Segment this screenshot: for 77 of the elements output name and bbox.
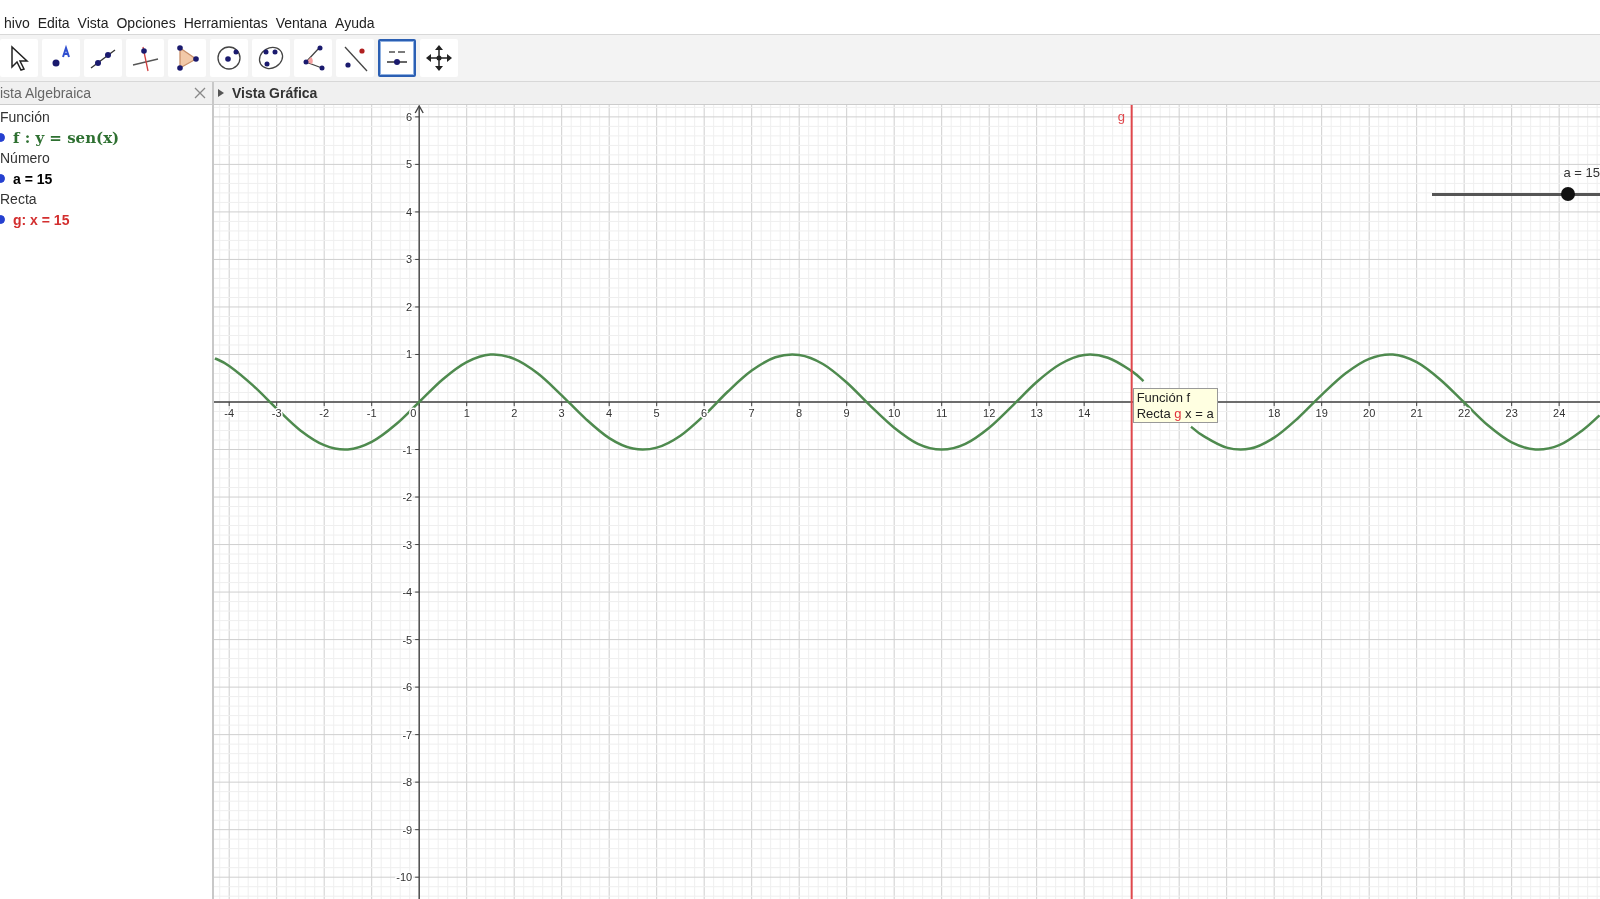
algebra-entry[interactable]: a = 15 <box>13 170 53 187</box>
axis-tick-label: 4 <box>406 205 413 218</box>
axis-tick-label: 1 <box>463 407 470 419</box>
slider-label: a = 15 <box>1563 165 1600 180</box>
axis-tick-label: -3 <box>402 538 413 551</box>
axis-tick-label: 3 <box>406 253 413 266</box>
axis-tick-label: 5 <box>653 407 660 419</box>
tool-button[interactable] <box>42 39 80 77</box>
slider-thumb[interactable] <box>1561 187 1575 201</box>
tool-button[interactable] <box>84 39 122 77</box>
axis-tick-label: -5 <box>402 633 413 646</box>
tool-button[interactable] <box>0 39 38 77</box>
category-heading: Recta <box>0 190 38 209</box>
tool-button[interactable] <box>294 39 332 77</box>
axis-tick-label: 7 <box>748 407 755 419</box>
axis-tick-label: 8 <box>796 407 803 419</box>
circle-icon <box>214 43 244 73</box>
axis-tick-label: -4 <box>402 586 413 599</box>
four-arrows-icon <box>424 43 454 73</box>
axis-tick-label: 2 <box>406 300 413 313</box>
axis-tick-label: 11 <box>935 407 948 419</box>
axis-tick-label: 0 <box>410 407 417 419</box>
axis-tick-label: 12 <box>983 407 996 419</box>
axis-tick-label: 18 <box>1268 407 1281 419</box>
menu-item[interactable]: Edita <box>33 15 74 31</box>
close-icon[interactable] <box>194 87 206 99</box>
tooltip-text: Recta g x = a <box>1136 406 1214 421</box>
menu-item[interactable]: Ayuda <box>331 15 379 31</box>
category-heading: Función <box>0 108 51 127</box>
slider-track[interactable] <box>1432 187 1600 201</box>
axis-tick-label: 20 <box>1363 407 1376 419</box>
axis-tick-label: -1 <box>366 407 377 419</box>
axis-tick-label: 23 <box>1505 407 1518 419</box>
axis-tick-label: 19 <box>1315 407 1328 419</box>
tool-button[interactable] <box>210 39 248 77</box>
axis-tick-label: -2 <box>402 491 413 504</box>
menu-item[interactable]: hivo <box>0 15 34 31</box>
panel-title: ista Algebraica <box>0 85 92 101</box>
tool-button[interactable] <box>420 39 458 77</box>
expand-arrow-icon[interactable] <box>218 89 224 97</box>
axis-tick-label: 10 <box>888 407 901 419</box>
algebra-entry[interactable]: g: x = 15 <box>13 211 70 228</box>
algebra-entry[interactable]: f : y = sen(x) <box>13 128 120 147</box>
menu-item[interactable]: Opciones <box>112 15 180 31</box>
category-heading: Número <box>0 149 51 168</box>
axis-tick-label: 5 <box>406 158 413 171</box>
axis-tick-label: -2 <box>319 407 330 419</box>
axis-tick-label: -10 <box>396 871 413 884</box>
axis-tick-label: -7 <box>402 728 413 741</box>
axis-tick-label: -1 <box>402 443 413 456</box>
tooltip-text: Función f <box>1136 390 1192 405</box>
axis-tick-label: 3 <box>558 407 565 419</box>
axis-tick-label: 22 <box>1458 407 1471 419</box>
axis-tick-label: -6 <box>402 681 413 694</box>
tool-button[interactable] <box>252 39 290 77</box>
axis-tick-label: 14 <box>1078 407 1091 419</box>
axis-tick-label: -9 <box>402 823 413 836</box>
axis-tick-label: -4 <box>224 407 235 419</box>
menu-item[interactable]: Herramientas <box>179 15 272 31</box>
line-label: g <box>1117 109 1125 124</box>
axis-tick-label: 2 <box>511 407 518 419</box>
menu-item[interactable]: Ventana <box>271 15 332 31</box>
axis-tick-label: 4 <box>606 407 613 419</box>
axis-tick-label: 21 <box>1410 407 1423 419</box>
axis-tick-label: 6 <box>406 110 413 123</box>
menu-item[interactable]: Vista <box>73 15 113 31</box>
axis-tick-label: 13 <box>1030 407 1043 419</box>
tool-button[interactable] <box>378 39 416 77</box>
tool-button[interactable] <box>126 39 164 77</box>
tool-button[interactable] <box>336 39 374 77</box>
panel-title: Vista Gráfica <box>232 85 318 101</box>
axis-tick-label: -3 <box>271 407 282 419</box>
tool-button[interactable] <box>168 39 206 77</box>
axis-tick-label: 9 <box>843 407 850 419</box>
axis-tick-label: 24 <box>1553 407 1566 419</box>
axis-tick-label: -8 <box>402 776 413 789</box>
axis-tick-label: 1 <box>406 348 413 361</box>
